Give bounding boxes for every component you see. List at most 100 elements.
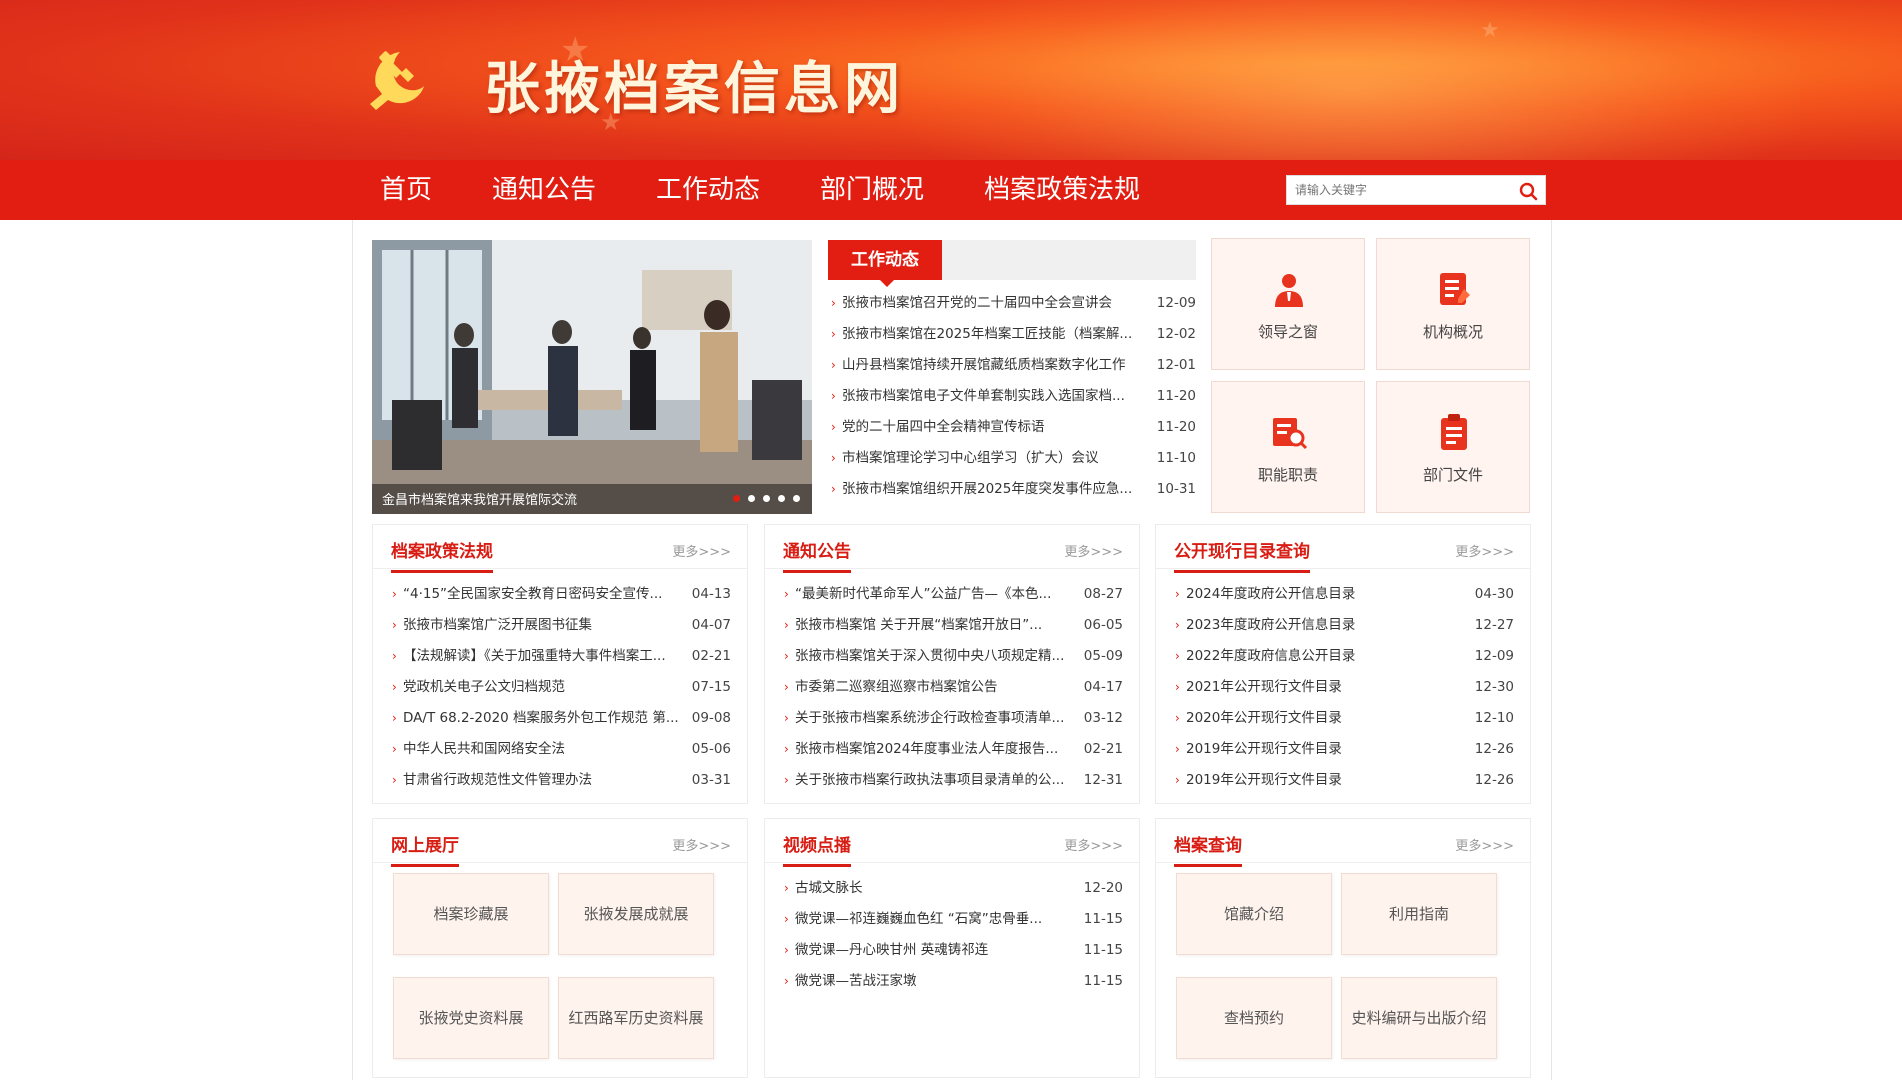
list-item[interactable]: › 古城文脉长 12-20 — [783, 873, 1123, 904]
list-item-title[interactable]: 张掖市档案馆2024年度事业法人年度报告... — [795, 734, 1077, 765]
exhibition-button[interactable]: 张掖发展成就展 — [558, 873, 714, 955]
list-item-title[interactable]: “最美新时代革命军人”公益广告—《本色... — [795, 579, 1077, 610]
list-item-title[interactable]: 2024年度政府公开信息目录 — [1186, 579, 1468, 610]
list-item[interactable]: › 微党课—丹心映甘州 英魂铸祁连 11-15 — [783, 935, 1123, 966]
tile-dept-files[interactable]: 部门文件 — [1376, 381, 1530, 513]
list-item[interactable]: › “最美新时代革命军人”公益广告—《本色... 08-27 — [783, 579, 1123, 610]
list-item[interactable]: › “4·15”全民国家安全教育日密码安全宣传... 04-13 — [391, 579, 731, 610]
list-item-title[interactable]: 党的二十届四中全会精神宣传标语 — [842, 412, 1147, 443]
list-item-title[interactable]: 党政机关电子公文归档规范 — [403, 672, 685, 703]
list-item-title[interactable]: 微党课—祁连巍巍血色红 “石窝”忠骨垂... — [795, 904, 1077, 935]
more-link[interactable]: 更多>>> — [1064, 541, 1123, 560]
nav-item-department[interactable]: 部门概况 — [820, 160, 924, 220]
list-item[interactable]: › 张掖市档案馆关于深入贯彻中央八项规定精... 05-09 — [783, 641, 1123, 672]
list-item[interactable]: › 市档案馆理论学习中心组学习（扩大）会议 11-10 — [828, 443, 1196, 474]
tile-leader-window[interactable]: 领导之窗 — [1211, 238, 1365, 370]
list-item[interactable]: › 关于张掖市档案行政执法事项目录清单的公... 12-31 — [783, 765, 1123, 796]
news-slideshow[interactable]: 金昌市档案馆来我馆开展馆际交流 — [372, 240, 812, 514]
list-item-title[interactable]: 微党课—苦战汪家墩 — [795, 966, 1077, 997]
slideshow-dot[interactable] — [733, 495, 740, 502]
list-item-title[interactable]: 2023年度政府公开信息目录 — [1186, 610, 1468, 641]
list-item[interactable]: › 张掖市档案馆组织开展2025年度突发事件应急... 10-31 — [828, 474, 1196, 505]
search-icon[interactable] — [1517, 180, 1539, 202]
list-item-title[interactable]: 2019年公开现行文件目录 — [1186, 765, 1468, 796]
panel-header: 公开现行目录查询 更多>>> — [1156, 525, 1530, 573]
list-item[interactable]: › 中华人民共和国网络安全法 05-06 — [391, 734, 731, 765]
list-item[interactable]: › 2022年度政府信息公开目录 12-09 — [1174, 641, 1514, 672]
list-item-title[interactable]: 2020年公开现行文件目录 — [1186, 703, 1468, 734]
slideshow-dot[interactable] — [793, 495, 800, 502]
more-link[interactable]: 更多>>> — [1455, 541, 1514, 560]
list-item-title[interactable]: 张掖市档案馆召开党的二十届四中全会宣讲会 — [842, 288, 1147, 319]
exhibition-button[interactable]: 红西路军历史资料展 — [558, 977, 714, 1059]
more-link[interactable]: 更多>>> — [672, 541, 731, 560]
more-link[interactable]: 更多>>> — [1455, 835, 1514, 854]
search-input[interactable] — [1287, 176, 1509, 204]
list-item[interactable]: › 张掖市档案馆召开党的二十届四中全会宣讲会 12-09 — [828, 288, 1196, 319]
list-item-title[interactable]: 张掖市档案馆关于深入贯彻中央八项规定精... — [795, 641, 1077, 672]
list-item-title[interactable]: 张掖市档案馆 关于开展“档案馆开放日”... — [795, 610, 1077, 641]
list-item-title[interactable]: 山丹县档案馆持续开展馆藏纸质档案数字化工作 — [842, 350, 1147, 381]
slideshow-dot[interactable] — [778, 495, 785, 502]
list-item[interactable]: › 山丹县档案馆持续开展馆藏纸质档案数字化工作 12-01 — [828, 350, 1196, 381]
list-item-title[interactable]: 【法规解读】《关于加强重特大事件档案工... — [403, 641, 685, 672]
nav-item-policy[interactable]: 档案政策法规 — [984, 160, 1140, 220]
notice-list: › “最美新时代革命军人”公益广告—《本色... 08-27 › 张掖市档案馆 关于开展… — [783, 579, 1123, 796]
list-item-date: 12-31 — [1083, 772, 1123, 788]
more-link[interactable]: 更多>>> — [672, 835, 731, 854]
list-item[interactable]: › 2024年度政府公开信息目录 04-30 — [1174, 579, 1514, 610]
list-item[interactable]: › 关于张掖市档案系统涉企行政检查事项清单... 03-12 — [783, 703, 1123, 734]
slideshow-caption[interactable]: 金昌市档案馆来我馆开展馆际交流 — [382, 489, 577, 508]
tile-organization[interactable]: 机构概况 — [1376, 238, 1530, 370]
query-button[interactable]: 馆藏介绍 — [1176, 873, 1332, 955]
query-button[interactable]: 利用指南 — [1341, 873, 1497, 955]
list-item[interactable]: › 2021年公开现行文件目录 12-30 — [1174, 672, 1514, 703]
tab-work-news[interactable]: 工作动态 — [828, 240, 942, 287]
list-item-title[interactable]: “4·15”全民国家安全教育日密码安全宣传... — [403, 579, 685, 610]
list-item-title[interactable]: 2021年公开现行文件目录 — [1186, 672, 1468, 703]
list-item[interactable]: › 2023年度政府公开信息目录 12-27 — [1174, 610, 1514, 641]
list-item[interactable]: › 张掖市档案馆在2025年档案工匠技能（档案解... 12-02 — [828, 319, 1196, 350]
list-item[interactable]: › 甘肃省行政规范性文件管理办法 03-31 — [391, 765, 731, 796]
list-item-title[interactable]: 市档案馆理论学习中心组学习（扩大）会议 — [842, 443, 1147, 474]
list-item-title[interactable]: 2019年公开现行文件目录 — [1186, 734, 1468, 765]
list-item-title[interactable]: 市委第二巡察组巡察市档案馆公告 — [795, 672, 1077, 703]
list-item[interactable]: › 2019年公开现行文件目录 12-26 — [1174, 765, 1514, 796]
list-item-title[interactable]: 张掖市档案馆电子文件单套制实践入选国家档... — [842, 381, 1147, 412]
list-item[interactable]: › 张掖市档案馆电子文件单套制实践入选国家档... 11-20 — [828, 381, 1196, 412]
query-button[interactable]: 史料编研与出版介绍 — [1341, 977, 1497, 1059]
list-item[interactable]: › 微党课—祁连巍巍血色红 “石窝”忠骨垂... 11-15 — [783, 904, 1123, 935]
exhibition-button[interactable]: 张掖党史资料展 — [393, 977, 549, 1059]
list-item-title[interactable]: 中华人民共和国网络安全法 — [403, 734, 685, 765]
list-item[interactable]: › DA/T 68.2-2020 档案服务外包工作规范 第... 09-08 — [391, 703, 731, 734]
list-item-title[interactable]: 关于张掖市档案行政执法事项目录清单的公... — [795, 765, 1077, 796]
list-item[interactable]: › 张掖市档案馆 关于开展“档案馆开放日”... 06-05 — [783, 610, 1123, 641]
list-item[interactable]: › 党的二十届四中全会精神宣传标语 11-20 — [828, 412, 1196, 443]
nav-item-notices[interactable]: 通知公告 — [492, 160, 596, 220]
list-item[interactable]: › 微党课—苦战汪家墩 11-15 — [783, 966, 1123, 997]
list-item-title[interactable]: 关于张掖市档案系统涉企行政检查事项清单... — [795, 703, 1077, 734]
exhibition-button[interactable]: 档案珍藏展 — [393, 873, 549, 955]
slideshow-dot[interactable] — [763, 495, 770, 502]
list-item-title[interactable]: DA/T 68.2-2020 档案服务外包工作规范 第... — [403, 703, 685, 734]
list-item-title[interactable]: 甘肃省行政规范性文件管理办法 — [403, 765, 685, 796]
list-item-title[interactable]: 古城文脉长 — [795, 873, 1077, 904]
list-item-title[interactable]: 张掖市档案馆在2025年档案工匠技能（档案解... — [842, 319, 1147, 350]
list-item-title[interactable]: 张掖市档案馆组织开展2025年度突发事件应急... — [842, 474, 1147, 505]
list-item-title[interactable]: 微党课—丹心映甘州 英魂铸祁连 — [795, 935, 1077, 966]
list-item[interactable]: › 市委第二巡察组巡察市档案馆公告 04-17 — [783, 672, 1123, 703]
list-item[interactable]: › 张掖市档案馆2024年度事业法人年度报告... 02-21 — [783, 734, 1123, 765]
list-item[interactable]: › 【法规解读】《关于加强重特大事件档案工... 02-21 — [391, 641, 731, 672]
list-item[interactable]: › 党政机关电子公文归档规范 07-15 — [391, 672, 731, 703]
tile-duties[interactable]: 职能职责 — [1211, 381, 1365, 513]
nav-item-work-news[interactable]: 工作动态 — [656, 160, 760, 220]
slideshow-dot[interactable] — [748, 495, 755, 502]
more-link[interactable]: 更多>>> — [1064, 835, 1123, 854]
list-item-title[interactable]: 张掖市档案馆广泛开展图书征集 — [403, 610, 685, 641]
list-item[interactable]: › 2020年公开现行文件目录 12-10 — [1174, 703, 1514, 734]
query-button[interactable]: 查档预约 — [1176, 977, 1332, 1059]
nav-item-home[interactable]: 首页 — [380, 160, 432, 220]
list-item[interactable]: › 2019年公开现行文件目录 12-26 — [1174, 734, 1514, 765]
list-item[interactable]: › 张掖市档案馆广泛开展图书征集 04-07 — [391, 610, 731, 641]
list-item-title[interactable]: 2022年度政府信息公开目录 — [1186, 641, 1468, 672]
